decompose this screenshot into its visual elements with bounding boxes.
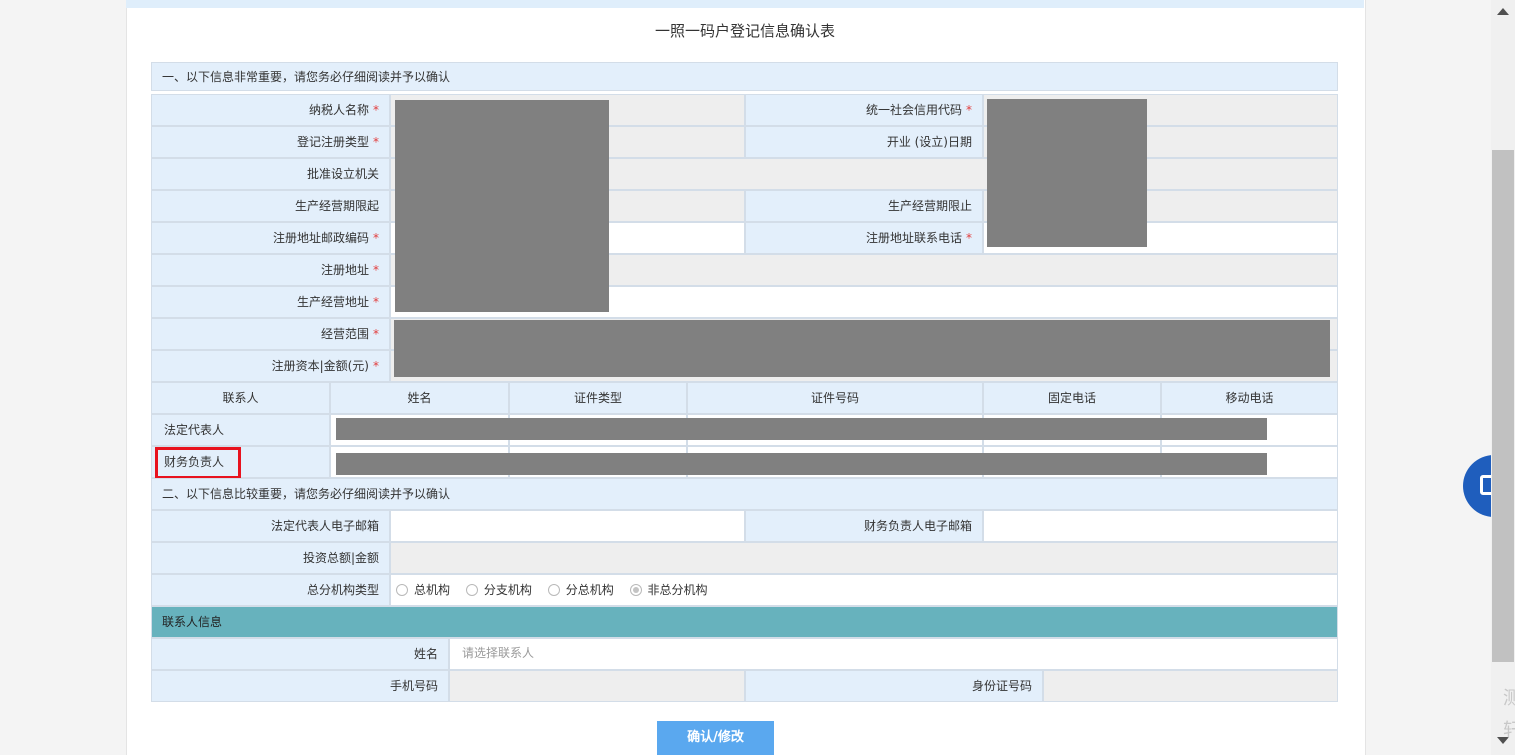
top-band: [126, 0, 1364, 8]
label-period-end: 生产经营期限止: [745, 190, 983, 222]
value-investment-total: [390, 542, 1338, 574]
label-biz-address: 生产经营地址 *: [151, 286, 390, 318]
option-label: 分支机构: [483, 582, 532, 597]
scroll-up-arrow-icon[interactable]: [1497, 8, 1509, 15]
contact-name-select[interactable]: 请选择联系人: [449, 638, 1338, 670]
redaction-block: [336, 453, 1267, 475]
label-reg-postcode: 注册地址邮政编码 *: [151, 222, 390, 254]
section2-title: 二、以下信息比较重要，请您务必仔细阅读并予以确认: [151, 478, 1338, 510]
side-text: 轩: [1503, 720, 1515, 741]
contact-info-title: 联系人信息: [151, 606, 1338, 638]
redaction-block: [394, 320, 1330, 377]
label-reg-capital: 注册资本|金额(元) *: [151, 350, 390, 382]
label-biz-scope: 经营范围 *: [151, 318, 390, 350]
radio-non-branch[interactable]: [629, 583, 642, 596]
section1-title: 一、以下信息非常重要，请您务必仔细阅读并予以确认: [151, 62, 1338, 91]
label-finance-email: 财务负责人电子邮箱: [745, 510, 983, 542]
label-credit-code: 统一社会信用代码 *: [745, 94, 983, 126]
page-title: 一照一码户登记信息确认表: [654, 22, 835, 40]
option-label: 非总分机构: [647, 582, 708, 597]
contact-name-placeholder: 请选择联系人: [462, 646, 535, 660]
value-contact-id: [1043, 670, 1338, 702]
contacts-header-id-number: 证件号码: [687, 382, 983, 414]
option-label: 总机构: [414, 582, 451, 597]
option-label: 分总机构: [565, 582, 614, 597]
contacts-header-name: 姓名: [330, 382, 509, 414]
label-approval-org: 批准设立机关: [151, 158, 390, 190]
label-reg-type: 登记注册类型 *: [151, 126, 390, 158]
radio-sub-head-office[interactable]: [547, 583, 560, 596]
radio-branch[interactable]: [465, 583, 478, 596]
label-legal-email: 法定代表人电子邮箱: [151, 510, 390, 542]
scrollbar-thumb[interactable]: [1492, 150, 1514, 662]
label-contact-mobile: 手机号码: [151, 670, 449, 702]
contacts-header-role: 联系人: [151, 382, 330, 414]
contacts-header-mobile: 移动电话: [1161, 382, 1338, 414]
value-contact-mobile: [449, 670, 745, 702]
contacts-row-legal-rep: 法定代表人: [151, 414, 330, 446]
label-open-date: 开业 (设立)日期: [745, 126, 983, 158]
contacts-header-id-type: 证件类型: [509, 382, 687, 414]
redaction-block: [395, 100, 609, 312]
label-contact-id: 身份证号码: [745, 670, 1043, 702]
label-taxpayer-name: 纳税人名称 *: [151, 94, 390, 126]
highlight-box: [155, 447, 241, 479]
branch-type-options: 总机构 分支机构 分总机构 非总分机构: [396, 581, 720, 598]
label-period-start: 生产经营期限起: [151, 190, 390, 222]
radio-head-office[interactable]: [396, 583, 408, 596]
label-reg-phone: 注册地址联系电话 *: [745, 222, 983, 254]
finance-email-input[interactable]: [983, 510, 1338, 542]
redaction-block: [987, 99, 1147, 247]
contacts-header-landline: 固定电话: [983, 382, 1161, 414]
redaction-block: [336, 418, 1267, 440]
side-text: 测: [1503, 688, 1515, 709]
label-branch-type: 总分机构类型: [151, 574, 390, 606]
label-contact-name: 姓名: [151, 638, 449, 670]
confirm-modify-button[interactable]: 确认/修改: [657, 721, 774, 755]
label-investment-total: 投资总额|金额: [151, 542, 390, 574]
legal-email-input[interactable]: [390, 510, 745, 542]
label-reg-address: 注册地址 *: [151, 254, 390, 286]
